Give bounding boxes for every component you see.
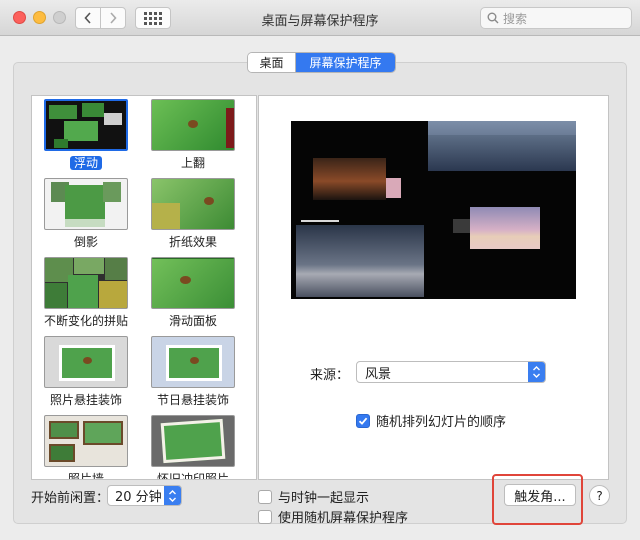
search-icon [487, 12, 499, 24]
screensaver-label: 浮动 [69, 156, 102, 170]
select-arrows-icon [528, 362, 545, 382]
random-saver-option[interactable]: 使用随机屏幕保护程序 [258, 507, 408, 526]
screensaver-item-photo-wall[interactable]: 照片墙 [36, 415, 136, 480]
tab-bar: 桌面 屏幕保护程序 [247, 52, 396, 73]
show-clock-option[interactable]: 与时钟一起显示 [258, 487, 369, 506]
screensaver-label: 节日悬挂装饰 [156, 393, 229, 407]
source-select[interactable]: 风景 [356, 361, 546, 383]
screensaver-thumbnail [44, 178, 128, 230]
shuffle-option[interactable]: 随机排列幻灯片的顺序 [356, 411, 506, 430]
show-clock-checkbox[interactable] [258, 489, 272, 504]
shuffle-checkbox[interactable] [356, 413, 370, 428]
screensaver-item-floating[interactable]: 浮动 [36, 99, 136, 170]
screensaver-thumbnail [151, 178, 235, 230]
screensaver-item-reflections[interactable]: 倒影 [36, 178, 136, 249]
idle-time-label: 开始前闲置： [31, 491, 110, 506]
shuffle-label: 随机排列幻灯片的顺序 [376, 415, 507, 430]
screensaver-item-vintage-prints-2[interactable]: 怀旧冲印照片 [143, 415, 243, 480]
screensaver-preview [291, 121, 576, 299]
tab-desktop[interactable]: 桌面 [248, 53, 296, 72]
screensaver-label: 照片悬挂装饰 [49, 393, 122, 407]
screensaver-label: 倒影 [73, 235, 98, 249]
screensaver-thumbnail [44, 257, 128, 309]
help-button[interactable]: ? [589, 485, 610, 506]
screensaver-item-flip-up[interactable]: 上翻 [143, 99, 243, 170]
screensaver-thumbnail [151, 415, 235, 467]
hot-corners-button[interactable]: 触发角... [504, 484, 576, 506]
idle-time-value: 20 分钟 [115, 490, 162, 505]
preferences-window: 桌面与屏幕保护程序 搜索 桌面 屏幕保护程序 浮动 上翻 倒影 折纸效果 不断变… [0, 0, 640, 540]
screensaver-label: 怀旧冲印照片 [156, 472, 229, 480]
screensaver-thumbnail [44, 336, 128, 388]
screensaver-thumbnail [151, 336, 235, 388]
tab-screensaver[interactable]: 屏幕保护程序 [296, 53, 395, 72]
screensaver-label: 上翻 [180, 156, 205, 170]
screensaver-item-vintage-prints[interactable]: 照片悬挂装饰 [36, 336, 136, 407]
search-field[interactable]: 搜索 [480, 7, 632, 29]
screensaver-item-holiday-mobile[interactable]: 节日悬挂装饰 [143, 336, 243, 407]
source-value: 风景 [365, 366, 392, 382]
select-arrows-icon [164, 486, 181, 505]
show-clock-label: 与时钟一起显示 [278, 491, 370, 506]
screensaver-label: 滑动面板 [168, 314, 217, 328]
screensaver-label: 折纸效果 [168, 235, 217, 249]
title-bar: 桌面与屏幕保护程序 搜索 [0, 0, 640, 36]
screensaver-thumbnail [44, 415, 128, 467]
screensaver-list[interactable]: 浮动 上翻 倒影 折纸效果 不断变化的拼贴 滑动面板 照片悬挂装饰 节日悬挂装饰… [31, 95, 257, 480]
screensaver-item-sliding-panels[interactable]: 滑动面板 [143, 257, 243, 328]
screensaver-thumbnail [151, 99, 235, 151]
screensaver-thumbnail [151, 257, 235, 309]
random-saver-checkbox[interactable] [258, 509, 272, 524]
checkmark-icon [358, 417, 368, 425]
random-saver-label: 使用随机屏幕保护程序 [278, 511, 409, 526]
screensaver-item-origami[interactable]: 折纸效果 [143, 178, 243, 249]
search-placeholder: 搜索 [503, 11, 528, 26]
screensaver-label: 不断变化的拼贴 [43, 314, 128, 328]
source-label: 来源： [310, 368, 350, 383]
screensaver-label: 照片墙 [67, 472, 104, 480]
screensaver-item-shifting-tiles[interactable]: 不断变化的拼贴 [36, 257, 136, 328]
idle-time-select[interactable]: 20 分钟 [107, 485, 182, 506]
screensaver-thumbnail [44, 99, 128, 151]
